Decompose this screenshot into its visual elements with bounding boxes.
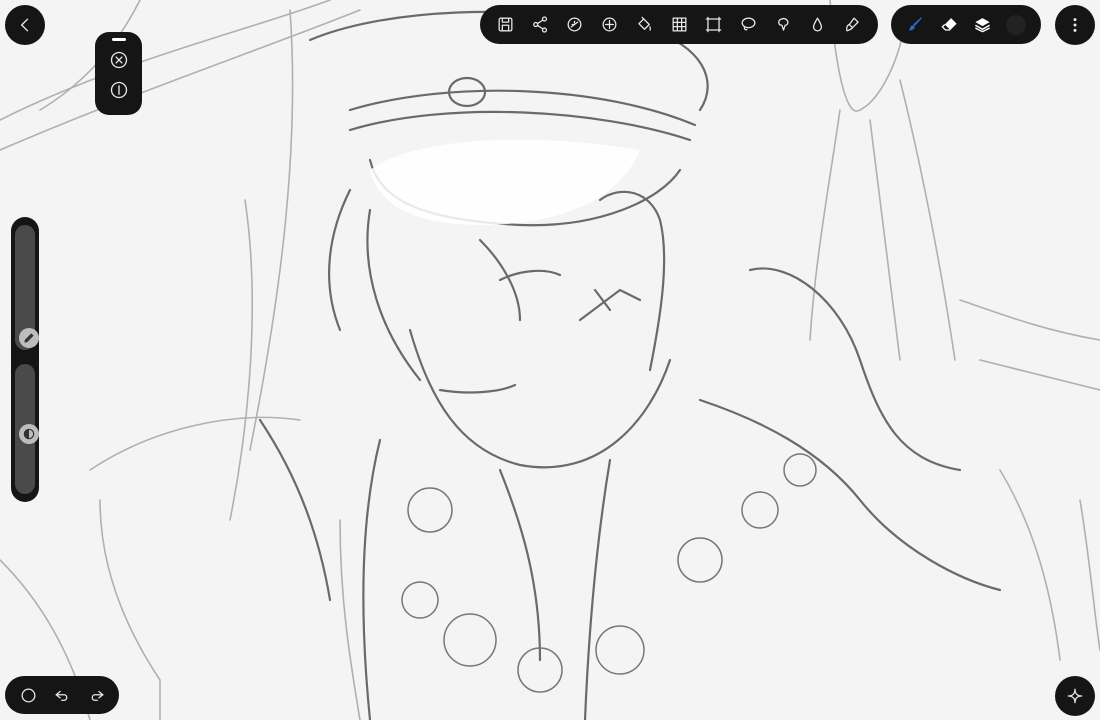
fill-button[interactable] [632, 13, 656, 37]
close-icon [110, 51, 127, 69]
grid-button[interactable] [667, 13, 691, 37]
eraser-button[interactable] [938, 13, 961, 37]
brush-opacity-handle[interactable] [19, 424, 39, 445]
opacity-icon [23, 429, 35, 440]
color-swatch-fill [1006, 14, 1027, 35]
quick-shape-button[interactable] [17, 683, 40, 707]
transform-button[interactable] [598, 13, 622, 37]
rectangle-select-button[interactable] [702, 13, 726, 37]
liquify-button[interactable] [771, 13, 795, 37]
save-button[interactable] [494, 13, 518, 37]
save-icon [498, 17, 513, 32]
share-button[interactable] [528, 13, 552, 37]
brush-size-slider[interactable] [15, 225, 39, 350]
rectangle-select-icon [706, 16, 722, 33]
info-button[interactable] [107, 78, 131, 102]
layers-icon [975, 18, 991, 33]
brush-opacity-slider[interactable] [15, 364, 39, 494]
eraser-icon [941, 18, 957, 31]
assist-button[interactable] [1055, 676, 1095, 716]
lasso-icon [741, 17, 756, 31]
undo-icon [55, 690, 67, 701]
pencil-icon [24, 333, 34, 343]
lasso-button[interactable] [737, 13, 761, 37]
back-button[interactable] [5, 5, 45, 45]
circle-icon [21, 688, 35, 702]
liquify-icon [777, 17, 789, 31]
share-icon [532, 16, 547, 33]
grid-icon [672, 17, 686, 32]
adjust-button[interactable] [563, 13, 587, 37]
blend-button[interactable] [806, 13, 830, 37]
more-options-button[interactable] [1055, 5, 1095, 45]
redo-button[interactable] [85, 683, 108, 707]
brush-icon [909, 17, 923, 31]
layers-button[interactable] [972, 13, 995, 37]
more-vertical-icon [1073, 18, 1077, 32]
brush-button[interactable] [905, 13, 928, 37]
brush-settings-slider [11, 217, 39, 502]
undo-button[interactable] [51, 683, 74, 707]
drop-icon [813, 17, 823, 32]
history-bar [5, 676, 119, 714]
smudge-icon [846, 17, 859, 32]
color-swatch[interactable] [1005, 13, 1028, 37]
brush-toolbar [891, 5, 1041, 44]
smudge-button[interactable] [841, 13, 865, 37]
transform-icon [602, 17, 617, 32]
redo-icon [91, 690, 103, 701]
adjust-icon [567, 17, 582, 32]
close-button[interactable] [107, 48, 131, 72]
paint-bucket-icon [638, 16, 651, 31]
drag-handle[interactable] [111, 38, 126, 41]
chevron-left-icon [21, 18, 29, 32]
sparkle-icon [1067, 688, 1083, 704]
info-icon [110, 81, 127, 99]
main-toolbar [480, 5, 878, 44]
brush-size-handle[interactable] [19, 328, 39, 348]
drawing-canvas[interactable] [0, 0, 1100, 720]
quick-panel [95, 32, 142, 115]
